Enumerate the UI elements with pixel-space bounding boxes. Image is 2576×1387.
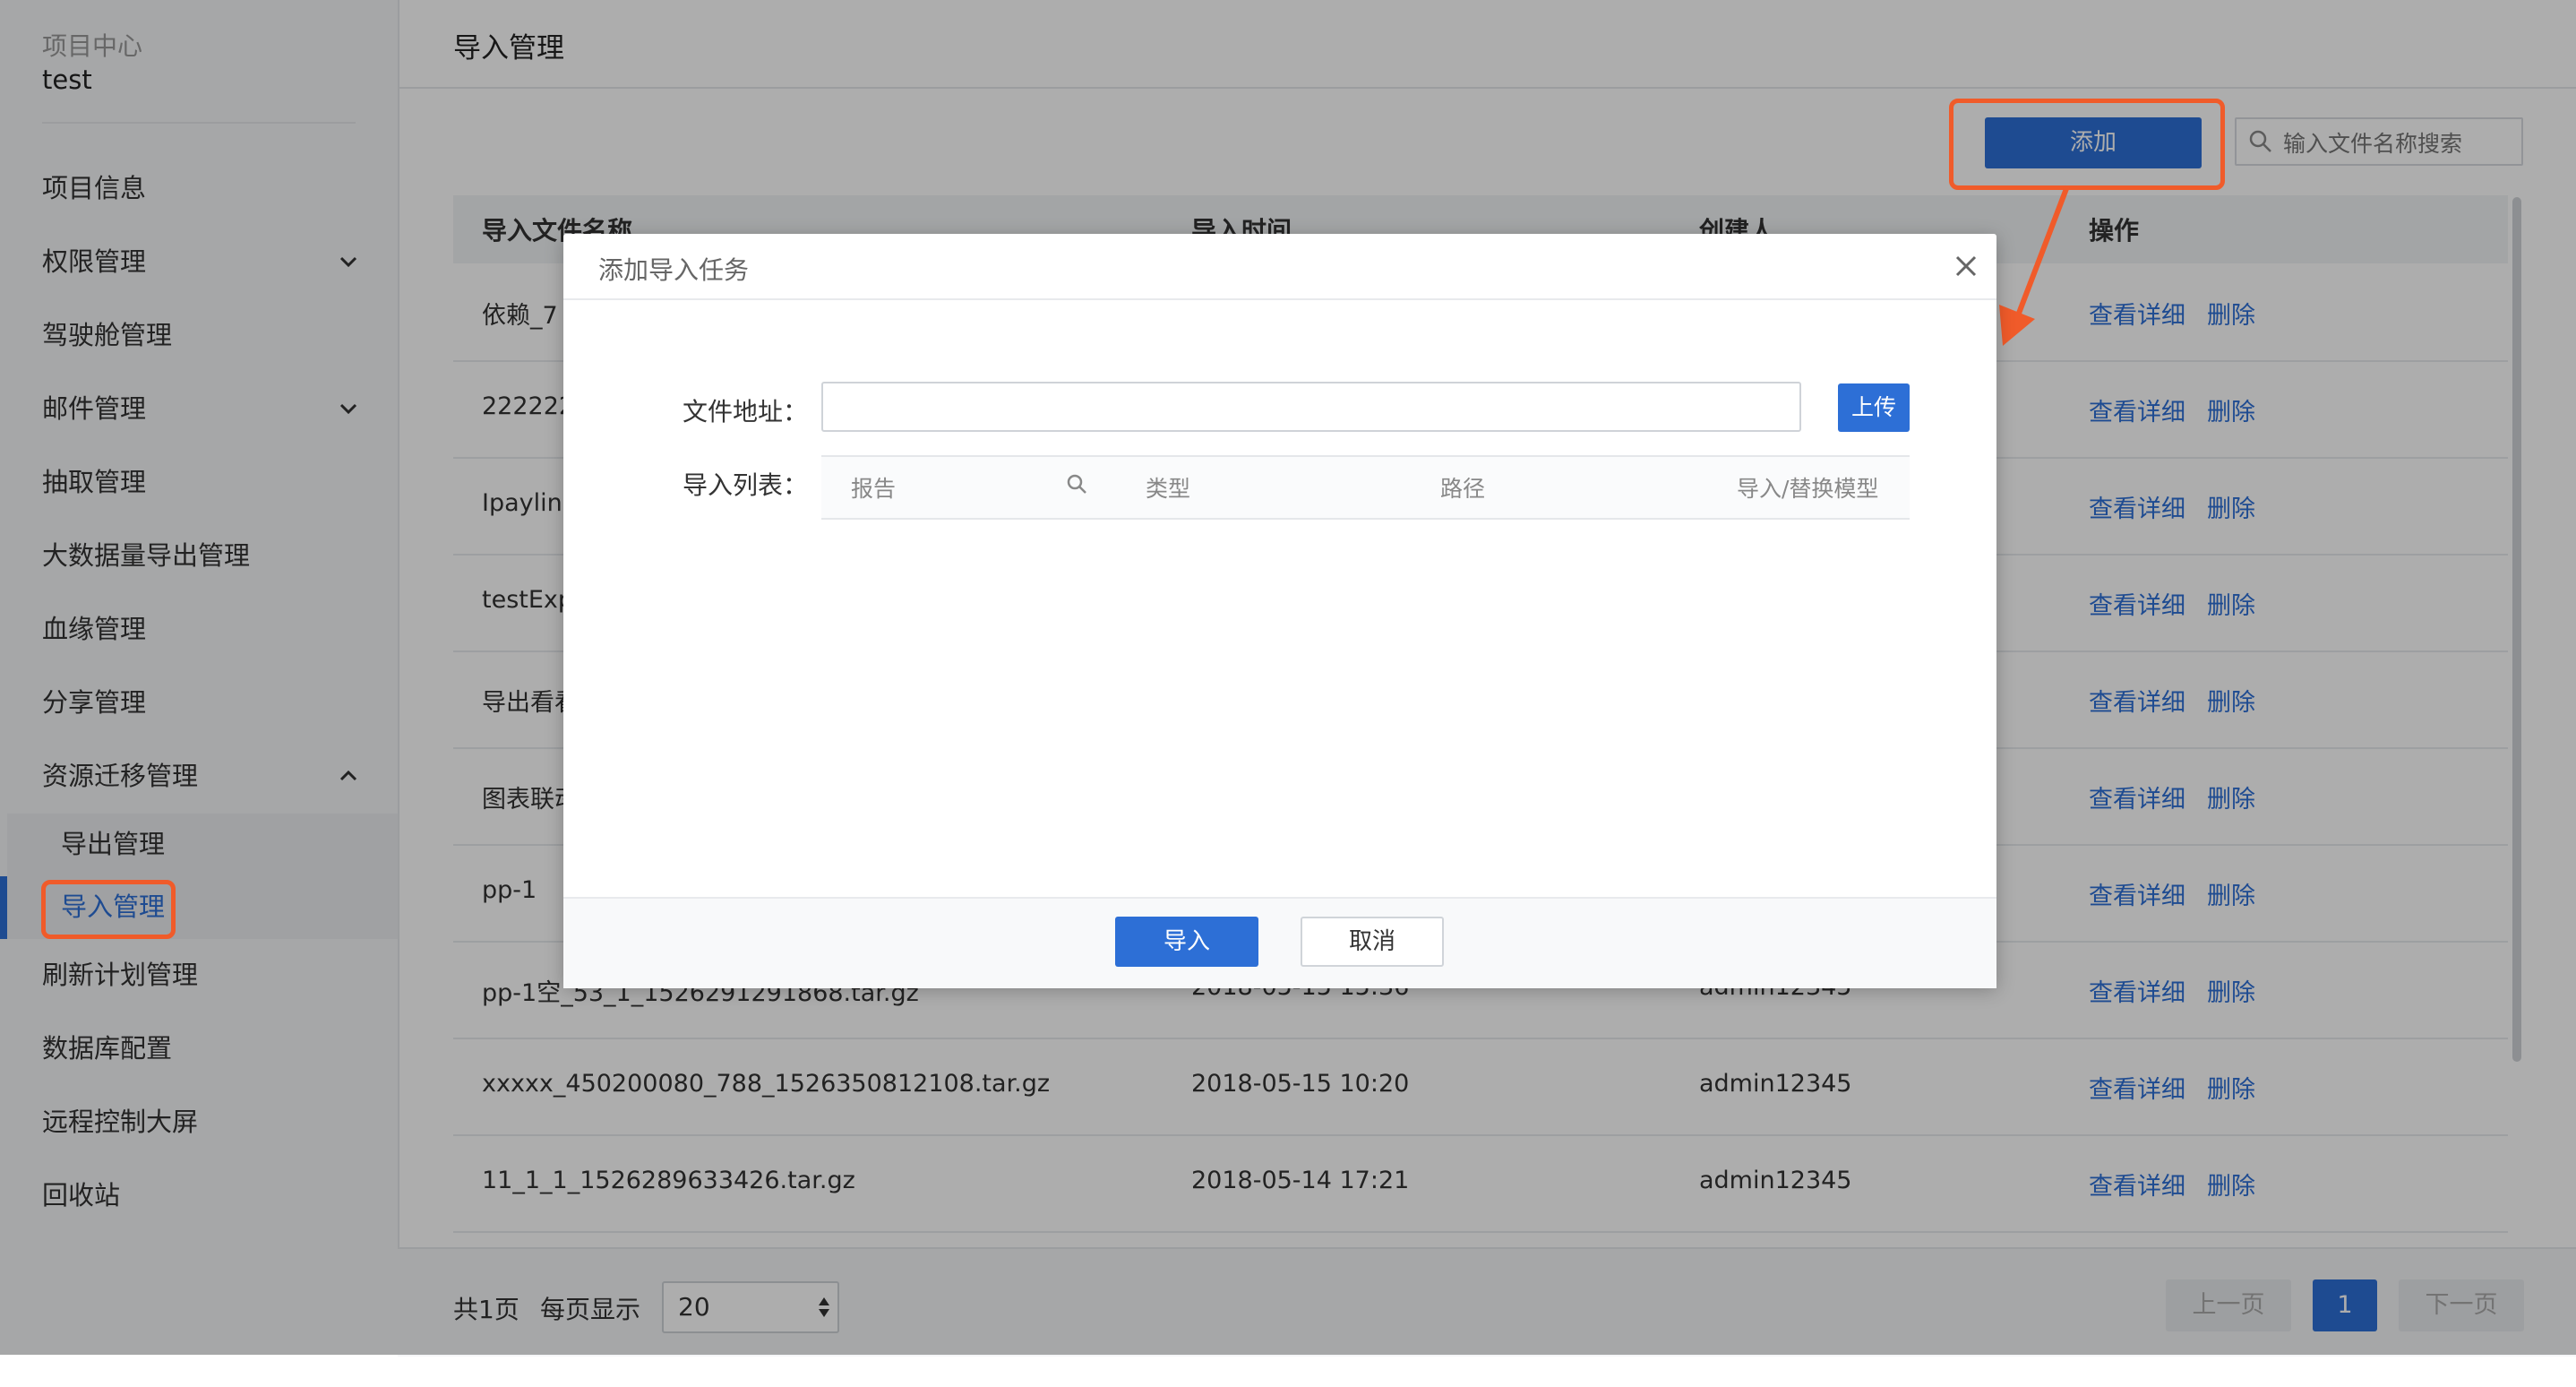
list-col-report: 报告 — [851, 476, 897, 502]
import-list-label: 导入列表： — [683, 470, 809, 500]
upload-button[interactable]: 上传 — [1838, 383, 1910, 432]
dialog-footer — [563, 897, 1996, 988]
annotation-highlight-import-menu — [41, 880, 176, 939]
file-address-label: 文件地址： — [683, 397, 809, 426]
search-icon[interactable] — [1066, 473, 1089, 496]
dialog-header — [563, 234, 1996, 300]
annotation-highlight-add — [1949, 99, 2225, 190]
close-icon[interactable] — [1953, 253, 1979, 280]
dialog-title: 添加导入任务 — [598, 255, 750, 285]
annotation-arrow-icon — [1999, 185, 2070, 346]
list-col-path: 路径 — [1440, 476, 1486, 502]
file-address-input[interactable] — [821, 382, 1801, 432]
list-col-model: 导入/替换模型 — [1737, 476, 1879, 502]
list-col-type: 类型 — [1146, 476, 1191, 502]
import-button[interactable]: 导入 — [1115, 917, 1258, 967]
add-import-dialog — [563, 234, 1996, 986]
cancel-button[interactable]: 取消 — [1301, 917, 1444, 967]
